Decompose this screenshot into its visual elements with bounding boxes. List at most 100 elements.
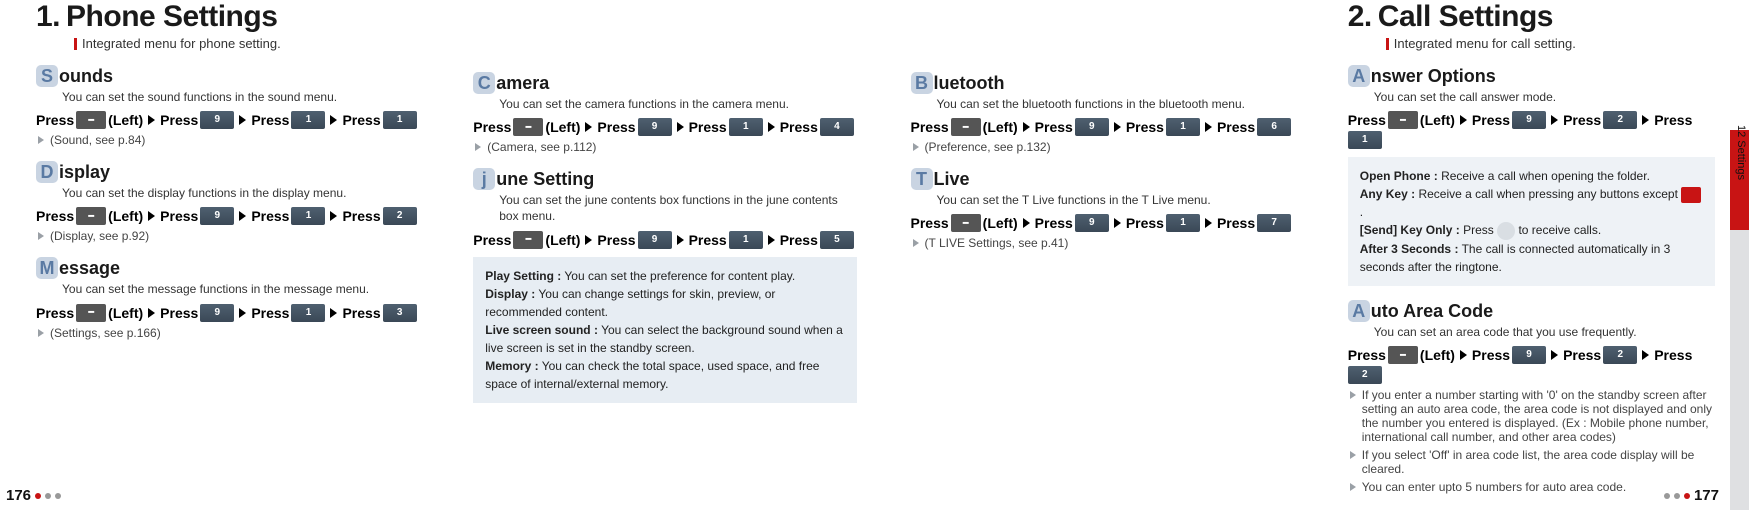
send-key-icon [1497,222,1515,240]
arrow-right-icon [1205,218,1212,228]
keypad-1-icon: 1 [729,231,763,249]
tagline-right: Integrated menu for call setting. [1394,36,1715,51]
june-notebox: Play Setting : You can set the preferenc… [473,257,856,403]
page-number-right: 177 [1664,487,1719,504]
nb-disp-l: Display : [485,287,535,301]
press-line: Press━(Left)Press9Press1Press3 [36,304,419,322]
press-word: Press [342,112,380,128]
nb-play-v: You can set the preference for content p… [564,269,795,283]
arrow-right-icon [148,115,155,125]
press-line: Press━(Left)Press9Press1Press4 [473,118,856,136]
arrow-right-icon [677,235,684,245]
press-word: Press [160,305,198,321]
press-word: Press [342,208,380,224]
sec-desc: You can set the call answer mode. [1374,89,1715,105]
arrow-right-icon [1460,350,1467,360]
press-word: Press [342,305,380,321]
answer-notebox: Open Phone : Receive a call when opening… [1348,157,1715,286]
keypad-1-icon: 1 [383,111,417,129]
sec-title: nswer Options [1371,66,1496,87]
note-3: You can enter upto 5 numbers for auto ar… [1348,480,1715,494]
dot-icon [1664,493,1670,499]
sec-head: M essage [36,257,419,279]
side-tab-gray [1730,230,1749,510]
press-word: Press [597,232,635,248]
dot-icon [1684,493,1690,499]
press-word: Press [160,112,198,128]
press-word: Press [1348,112,1386,128]
cap-letter: A [1348,300,1370,322]
arrow-right-icon [1023,122,1030,132]
col-2: C amera You can set the camera functions… [437,0,874,510]
keypad-9-icon: 9 [1075,118,1109,136]
ref-text: (T LIVE Settings, see p.41) [925,236,1069,250]
sec-title: Live [934,169,970,190]
keypad-1-icon: 1 [291,207,325,225]
arrow-right-icon [1023,218,1030,228]
keypad-2-icon: 2 [383,207,417,225]
press-word: Press [1472,347,1510,363]
sec-desc: You can set the june contents box functi… [499,192,856,224]
section-camera: C amera You can set the camera functions… [473,72,856,154]
press-word: Press [689,119,727,135]
h1-title: Phone Settings [66,0,277,33]
keypad-3-icon: 3 [383,304,417,322]
cap-letter: A [1348,65,1370,87]
ref-line: (Camera, see p.112) [473,140,856,154]
menu-key-icon: ━ [76,207,106,225]
ref-arrow-icon [38,136,44,144]
arrow-right-icon [239,308,246,318]
note-2: If you select 'Off' in area code list, t… [1348,448,1715,476]
arrow-right-icon [768,122,775,132]
ref-text: (Camera, see p.112) [487,140,596,154]
cap-letter: B [911,72,933,94]
press-word: Press [689,232,727,248]
menu-key-icon: ━ [513,118,543,136]
side-tab-label: 12 Settings [1735,125,1747,180]
menu-key-icon: ━ [951,118,981,136]
section-answer: A nswer Options You can set the call ans… [1348,65,1715,149]
ref-arrow-icon [475,143,481,151]
section-tlive: T Live You can set the T Live functions … [911,168,1294,250]
keypad-1-icon: 1 [291,304,325,322]
ref-arrow-icon [38,232,44,240]
nb-any-v-post: . [1360,205,1363,219]
arrow-right-icon [1205,122,1212,132]
keypad-7-icon: 7 [1257,214,1291,232]
press-word: Press [251,208,289,224]
dot-icon [45,493,51,499]
ref-text: (Settings, see p.166) [50,326,161,340]
sec-desc: You can set the message functions in the… [62,281,419,297]
sec-head: A nswer Options [1348,65,1715,87]
arrow-right-icon [239,115,246,125]
press-word: Press [36,305,74,321]
section-june: j une Setting You can set the june conte… [473,168,856,248]
press-line: Press━(Left)Press9Press1Press2 [36,207,419,225]
press-word: Press [1217,119,1255,135]
keypad-1-icon: 1 [291,111,325,129]
arrow-right-icon [585,122,592,132]
section-display: D isplay You can set the display functio… [36,161,419,243]
page-num: 177 [1694,487,1719,504]
ref-arrow-icon [1350,483,1356,491]
press-word: Press [251,305,289,321]
page-num: 176 [6,487,31,504]
ref-line: (Display, see p.92) [36,229,419,243]
cap-letter: T [911,168,933,190]
h1-num: 2. [1348,0,1372,33]
keypad-5-icon: 5 [820,231,854,249]
press-line: Press━(Left)Press9Press2Press2 [1348,346,1715,384]
sec-head: B luetooth [911,72,1294,94]
press-line: Press━(Left)Press9Press1Press5 [473,231,856,249]
sec-desc: You can set the display functions in the… [62,185,419,201]
ref-text: (Preference, see p.132) [925,140,1051,154]
press-word: Press [597,119,635,135]
menu-key-icon: ━ [1388,346,1418,364]
press-word: Press [160,208,198,224]
keypad-2-icon: 2 [1603,111,1637,129]
nb-send-l: [Send] Key Only : [1360,223,1460,237]
arrow-right-icon [330,115,337,125]
arrow-right-icon [1642,350,1649,360]
nb-any-l: Any Key : [1360,187,1415,201]
arrow-right-icon [1114,218,1121,228]
